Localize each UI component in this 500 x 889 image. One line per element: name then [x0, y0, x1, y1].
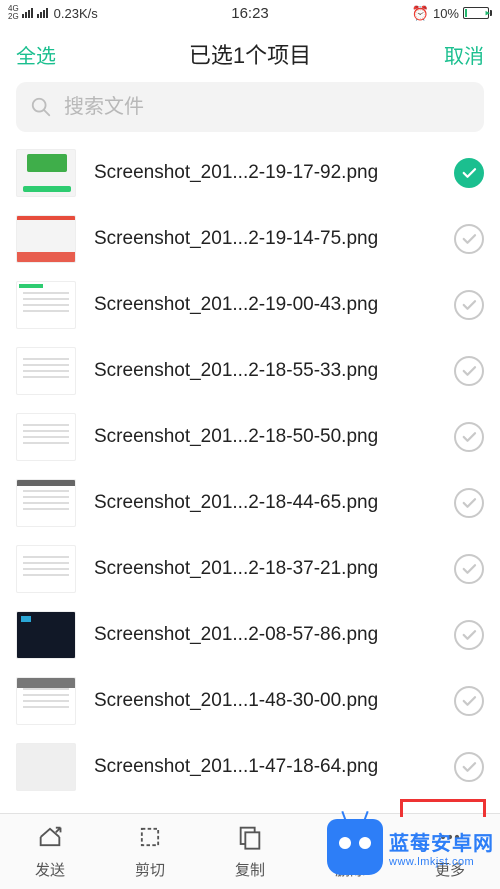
file-row[interactable]: Screenshot_201...1-47-18-64.png	[0, 734, 500, 800]
file-thumbnail	[16, 545, 76, 593]
file-row[interactable]: Screenshot_201...2-19-14-75.png	[0, 206, 500, 272]
cut-label: 剪切	[135, 859, 165, 880]
file-row[interactable]: Screenshot_201...2-18-50-50.png	[0, 404, 500, 470]
send-label: 发送	[35, 859, 65, 880]
file-thumbnail	[16, 743, 76, 791]
file-row[interactable]: Screenshot_201...1-48-30-00.png	[0, 668, 500, 734]
checkbox-unchecked-icon[interactable]	[454, 752, 484, 782]
search-input[interactable]	[64, 96, 470, 119]
status-bar: 4G 2G 0.23K/s 16:23 ⏰ 10% ▸	[0, 0, 500, 26]
file-row[interactable]: Screenshot_201...2-08-57-86.png	[0, 602, 500, 668]
select-all-button[interactable]: 全选	[16, 40, 72, 69]
more-icon	[436, 823, 464, 855]
clock: 16:23	[231, 5, 269, 22]
signal-bars-icon-2	[37, 8, 48, 18]
cancel-button[interactable]: 取消	[428, 40, 484, 69]
cut-button[interactable]: 剪切	[100, 814, 200, 889]
search-container	[0, 82, 500, 140]
file-thumbnail	[16, 347, 76, 395]
file-thumbnail	[16, 611, 76, 659]
search-box[interactable]	[16, 82, 484, 132]
send-button[interactable]: 发送	[0, 814, 100, 889]
alarm-icon: ⏰	[412, 5, 429, 22]
file-row[interactable]: Screenshot_201...2-18-37-21.png	[0, 536, 500, 602]
file-row[interactable]: Screenshot_201...2-18-55-33.png	[0, 338, 500, 404]
trash-icon	[336, 823, 364, 855]
file-thumbnail	[16, 281, 76, 329]
more-button[interactable]: 更多	[400, 814, 500, 889]
file-name: Screenshot_201...2-19-17-92.png	[94, 162, 444, 184]
signal-bars-icon	[22, 8, 33, 18]
file-name: Screenshot_201...2-18-37-21.png	[94, 558, 444, 580]
file-thumbnail	[16, 479, 76, 527]
checkbox-unchecked-icon[interactable]	[454, 356, 484, 386]
delete-label: 删除	[335, 859, 365, 880]
network-label: 4G 2G	[8, 5, 19, 21]
battery-icon: ▸	[463, 7, 492, 19]
checkbox-unchecked-icon[interactable]	[454, 620, 484, 650]
bottom-toolbar: 发送 剪切 复制 删除 更多	[0, 813, 500, 889]
file-row[interactable]: Screenshot_201...2-18-44-65.png	[0, 470, 500, 536]
file-thumbnail	[16, 413, 76, 461]
checkbox-unchecked-icon[interactable]	[454, 422, 484, 452]
search-icon	[30, 96, 52, 118]
checkbox-unchecked-icon[interactable]	[454, 224, 484, 254]
file-name: Screenshot_201...2-18-44-65.png	[94, 492, 444, 514]
checkbox-unchecked-icon[interactable]	[454, 686, 484, 716]
file-name: Screenshot_201...2-19-14-75.png	[94, 228, 444, 250]
file-thumbnail	[16, 149, 76, 197]
file-name: Screenshot_201...2-19-00-43.png	[94, 294, 444, 316]
file-name: Screenshot_201...1-48-30-00.png	[94, 690, 444, 712]
file-name: Screenshot_201...2-18-50-50.png	[94, 426, 444, 448]
copy-button[interactable]: 复制	[200, 814, 300, 889]
delete-button[interactable]: 删除	[300, 814, 400, 889]
share-icon	[36, 823, 64, 855]
network-speed: 0.23K/s	[54, 6, 98, 21]
status-left: 4G 2G 0.23K/s	[8, 5, 98, 21]
file-name: Screenshot_201...1-47-18-64.png	[94, 756, 444, 778]
copy-icon	[236, 823, 264, 855]
battery-percent: 10%	[433, 6, 459, 21]
file-thumbnail	[16, 677, 76, 725]
file-thumbnail	[16, 215, 76, 263]
checkbox-unchecked-icon[interactable]	[454, 554, 484, 584]
status-right: ⏰ 10% ▸	[412, 5, 492, 22]
checkbox-unchecked-icon[interactable]	[454, 290, 484, 320]
copy-label: 复制	[235, 859, 265, 880]
cut-icon	[136, 823, 164, 855]
file-row[interactable]: Screenshot_201...2-19-17-92.png	[0, 140, 500, 206]
file-list[interactable]: Screenshot_201...2-19-17-92.png Screensho…	[0, 140, 500, 813]
checkbox-checked-icon[interactable]	[454, 158, 484, 188]
nav-bar: 全选 已选1个项目 取消	[0, 26, 500, 82]
file-name: Screenshot_201...2-18-55-33.png	[94, 360, 444, 382]
checkbox-unchecked-icon[interactable]	[454, 488, 484, 518]
more-label: 更多	[435, 859, 465, 880]
file-name: Screenshot_201...2-08-57-86.png	[94, 624, 444, 646]
page-title: 已选1个项目	[189, 38, 311, 70]
file-row[interactable]: Screenshot_201...2-19-00-43.png	[0, 272, 500, 338]
